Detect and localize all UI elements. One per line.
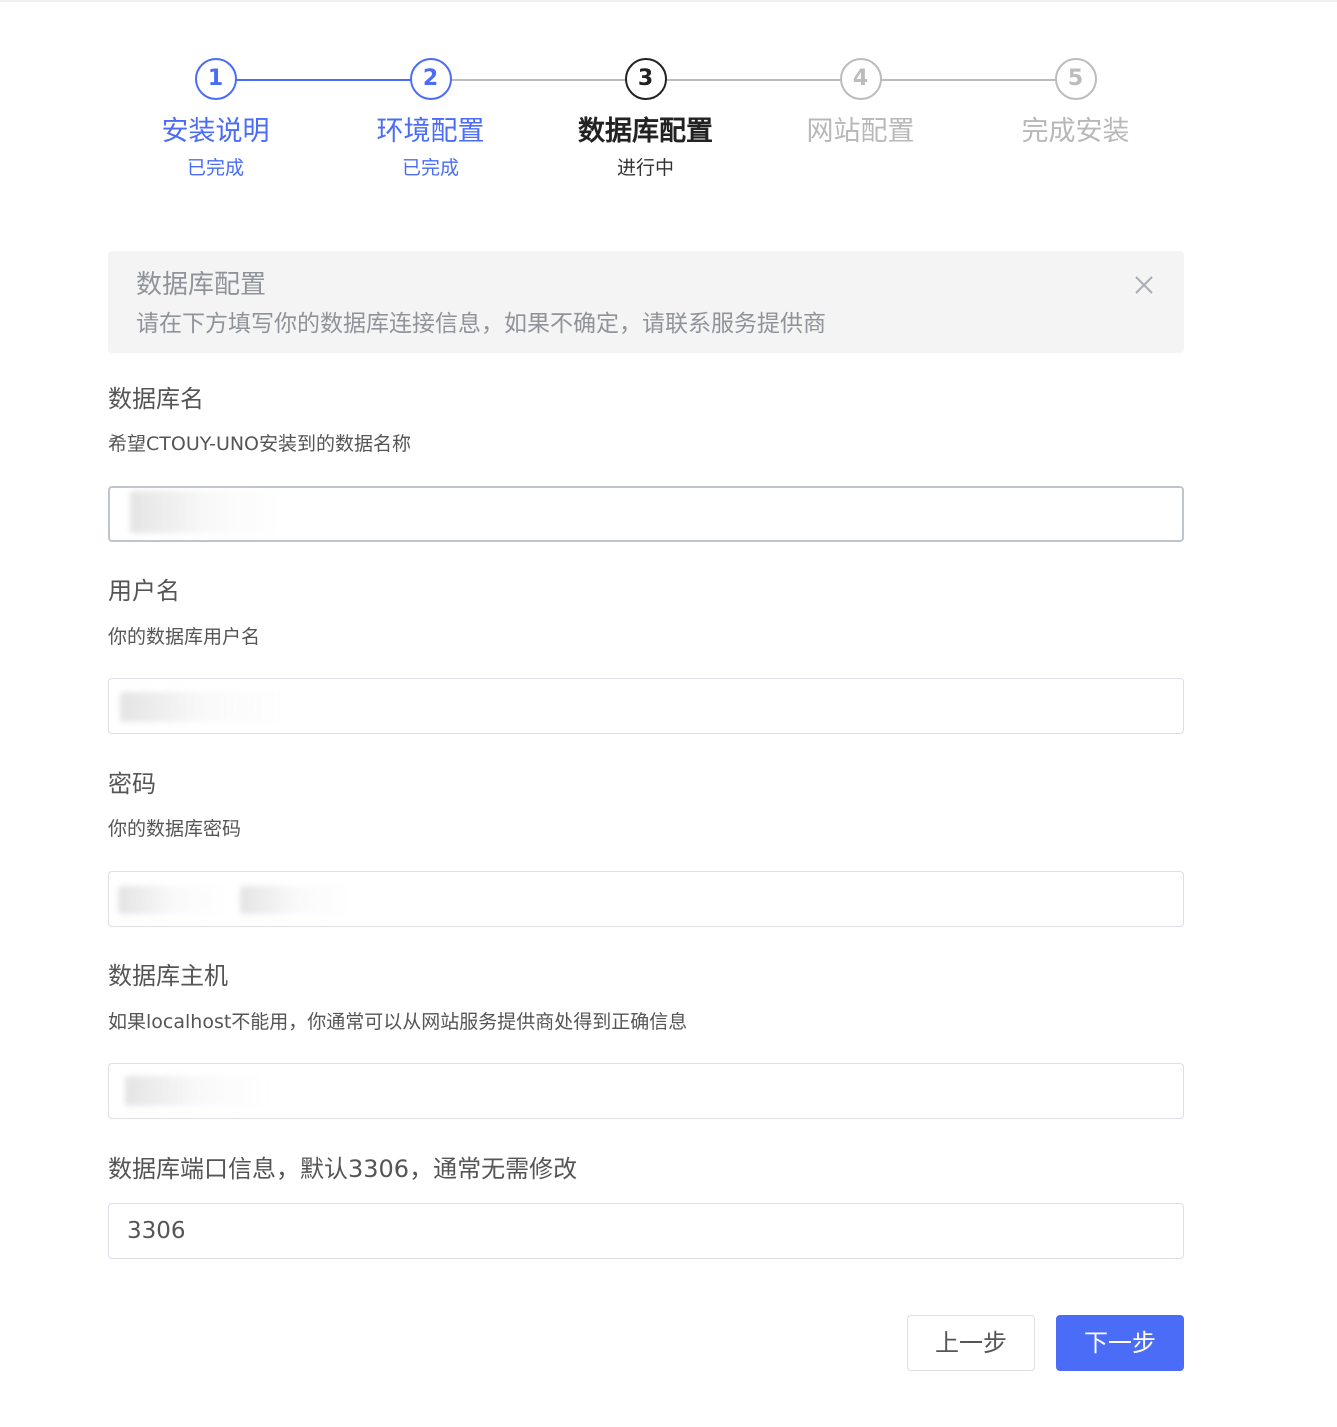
username-label: 用户名 xyxy=(108,577,180,605)
step-status: 进行中 xyxy=(616,157,674,179)
step-3: 3 数据库配置 进行中 xyxy=(538,58,753,182)
username-input[interactable] xyxy=(108,678,1184,734)
step-title: 数据库配置 xyxy=(578,116,713,147)
password-label: 密码 xyxy=(108,770,156,798)
password-input[interactable] xyxy=(108,871,1184,927)
step-5: 5 完成安装 xyxy=(968,58,1183,154)
port-input[interactable] xyxy=(108,1203,1184,1259)
alert-title: 数据库配置 xyxy=(136,270,267,300)
step-status: 已完成 xyxy=(186,157,244,179)
host-help: 如果localhost不能用，你通常可以从网站服务提供商处得到正确信息 xyxy=(108,1011,688,1033)
password-help: 你的数据库密码 xyxy=(108,818,242,840)
host-input[interactable] xyxy=(108,1063,1184,1119)
step-number: 5 xyxy=(1054,58,1097,100)
port-label: 数据库端口信息，默认3306，通常无需修改 xyxy=(108,1155,578,1183)
alert-description: 请在下方填写你的数据库连接信息，如果不确定，请联系服务提供商 xyxy=(136,311,826,337)
db-name-label: 数据库名 xyxy=(108,385,204,413)
next-step-button[interactable]: 下一步 xyxy=(1056,1315,1184,1371)
step-status: 已完成 xyxy=(401,157,459,179)
host-label: 数据库主机 xyxy=(108,962,228,990)
step-4: 4 网站配置 xyxy=(753,58,968,154)
step-title: 环境配置 xyxy=(376,116,485,147)
prev-step-button[interactable]: 上一步 xyxy=(907,1315,1035,1371)
info-alert: 数据库配置 请在下方填写你的数据库连接信息，如果不确定，请联系服务提供商 xyxy=(108,251,1184,353)
install-wizard-page: 1 安装说明 已完成 2 环境配置 已完成 3 数据库配置 进行中 4 网站配置… xyxy=(0,0,1337,1427)
step-number: 1 xyxy=(194,58,237,100)
step-number: 2 xyxy=(409,58,452,100)
step-title: 完成安装 xyxy=(1021,116,1130,147)
db-name-input[interactable] xyxy=(108,486,1184,542)
step-number: 4 xyxy=(839,58,882,100)
step-1: 1 安装说明 已完成 xyxy=(108,58,323,182)
username-help: 你的数据库用户名 xyxy=(108,626,261,648)
step-2: 2 环境配置 已完成 xyxy=(323,58,538,182)
step-title: 网站配置 xyxy=(806,116,915,147)
close-icon[interactable] xyxy=(1132,273,1156,297)
steps-progress: 1 安装说明 已完成 2 环境配置 已完成 3 数据库配置 进行中 4 网站配置… xyxy=(108,58,1184,198)
step-title: 安装说明 xyxy=(161,116,270,147)
step-number: 3 xyxy=(624,58,667,100)
db-name-help: 希望CTOUY-UNO安装到的数据名称 xyxy=(108,433,412,455)
